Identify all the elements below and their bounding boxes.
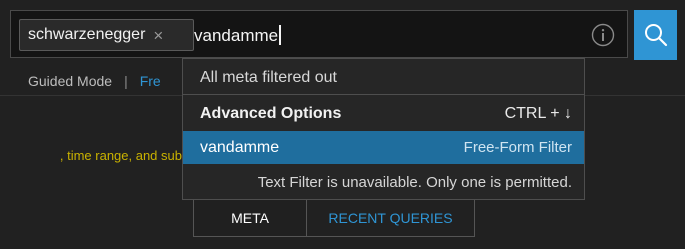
advanced-options-shortcut: CTRL + ↓ [504,105,572,122]
search-bar[interactable]: schwarzenegger × vandamme [10,10,628,58]
search-token-label: schwarzenegger [28,26,146,43]
hint-text: , time range, and sub [59,148,182,163]
close-icon[interactable]: × [153,27,163,44]
autocomplete-dropdown: All meta filtered out Advanced Options C… [182,58,585,200]
suggestion-type: Free-Form Filter [463,139,572,156]
search-token[interactable]: schwarzenegger × [19,19,194,51]
dropdown-tabs: META RECENT QUERIES [193,200,475,237]
advanced-options-label: Advanced Options [200,105,342,122]
mode-bar: Guided Mode | Fre [28,73,161,89]
meta-status-text: All meta filtered out [200,68,337,86]
suggestion-row-selected[interactable]: vandamme Free-Form Filter [183,131,584,164]
text-caret [279,25,281,45]
guided-mode-link[interactable]: Guided Mode [28,73,112,89]
unavailable-message-row: Text Filter is unavailable. Only one is … [183,167,584,197]
tab-recent-queries[interactable]: RECENT QUERIES [307,200,475,237]
background-hint-text: , time range, and sub [0,148,182,163]
info-circle-icon[interactable] [591,23,615,52]
tab-meta[interactable]: META [193,200,307,237]
unavailable-message: Text Filter is unavailable. Only one is … [257,173,572,191]
mode-separator: | [124,73,128,89]
search-button[interactable] [634,10,677,60]
search-input-value: vandamme [194,26,279,45]
suggestion-value: vandamme [200,138,280,156]
meta-status-row: All meta filtered out [183,61,584,95]
search-input[interactable]: vandamme [194,25,281,46]
advanced-options-row[interactable]: Advanced Options CTRL + ↓ [183,97,584,131]
magnifier-icon [644,24,667,47]
free-form-mode-link[interactable]: Fre [140,73,161,89]
